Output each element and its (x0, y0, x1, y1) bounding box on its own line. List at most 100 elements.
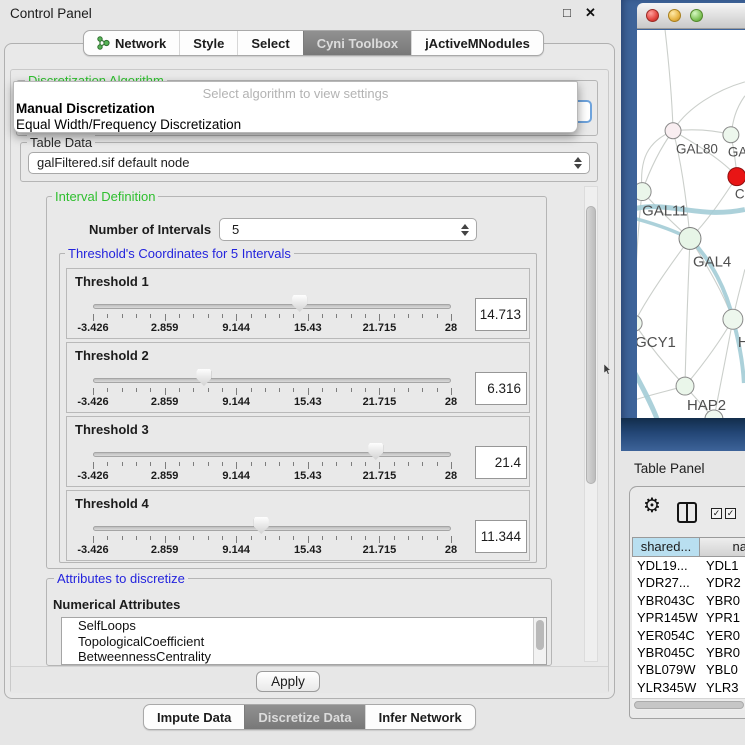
float-window-icon[interactable]: □ (563, 5, 571, 20)
number-of-intervals-combo[interactable]: 5 (219, 218, 477, 241)
slider-track[interactable] (93, 304, 451, 309)
table-row[interactable]: YDR27...YDR2 (632, 574, 745, 591)
attribute-list-item[interactable]: SelfLoops (62, 618, 546, 634)
tab-label: Cyni Toolbox (317, 36, 398, 51)
columns-icon[interactable] (677, 502, 697, 523)
slider-tick (179, 314, 180, 318)
slider-tick (136, 388, 137, 392)
network-node[interactable] (637, 315, 642, 331)
network-node[interactable] (665, 123, 681, 139)
table-row[interactable]: YBR043CYBR0 (632, 592, 745, 609)
attribute-list-item[interactable]: TopologicalCoefficient (62, 634, 546, 650)
slider-track[interactable] (93, 526, 451, 531)
threshold-value-field[interactable]: 21.4 (475, 446, 527, 479)
cell-name[interactable]: YER0 (700, 627, 745, 644)
table-row[interactable]: YLR345WYLR3 (632, 679, 745, 696)
slider-tick (379, 462, 380, 469)
cell-shared-name[interactable]: YDR27... (632, 574, 700, 591)
tab-network[interactable]: Network (84, 31, 179, 55)
slider-tick (365, 536, 366, 540)
checkbox-icon[interactable]: ✓ (711, 508, 722, 519)
close-traffic-light-icon[interactable] (646, 9, 659, 22)
tab-infer-network[interactable]: Infer Network (365, 705, 475, 729)
network-node[interactable] (723, 127, 739, 143)
table-row[interactable]: YER054CYER0 (632, 627, 745, 644)
checkbox-icon[interactable]: ✓ (725, 508, 736, 519)
cell-name[interactable]: YBR0 (700, 644, 745, 661)
tab-style[interactable]: Style (179, 31, 237, 55)
slider-track[interactable] (93, 378, 451, 383)
network-graph[interactable]: GAL80GACGAL11GAL4HGCY1HAP2 (637, 30, 745, 418)
slider-tick (208, 388, 209, 392)
threshold-value-field[interactable]: 6.316 (475, 372, 527, 405)
network-window-titlebar[interactable] (637, 3, 745, 29)
axis-tick-label: 21.715 (363, 544, 397, 556)
table-data-combo[interactable]: galFiltered.sif default node (28, 152, 590, 174)
axis-tick-label: 2.859 (151, 544, 179, 556)
table-body[interactable]: YDL19...YDL1YDR27...YDR2YBR043CYBR0YPR14… (632, 557, 745, 698)
gear-icon[interactable]: ⚙ (643, 495, 661, 517)
cell-shared-name[interactable]: YPR145W (632, 609, 700, 626)
cell-name[interactable]: YPR1 (700, 609, 745, 626)
cell-shared-name[interactable]: YDL19... (632, 557, 700, 574)
cell-name[interactable]: YDR2 (700, 574, 745, 591)
tab-jactivemnodules[interactable]: jActiveMNodules (411, 31, 543, 55)
slider-handle[interactable] (368, 443, 383, 460)
numerical-attributes-list[interactable]: SelfLoopsTopologicalCoefficientBetweenne… (61, 617, 547, 665)
slider-tick (122, 536, 123, 540)
network-node[interactable] (728, 168, 745, 186)
list-scrollbar[interactable] (533, 618, 546, 664)
tab-select[interactable]: Select (237, 31, 302, 55)
tab-impute-data[interactable]: Impute Data (144, 705, 244, 729)
network-edge (637, 238, 690, 323)
threshold-value-field[interactable]: 11.344 (475, 520, 527, 553)
apply-button[interactable]: Apply (256, 671, 320, 692)
slider-tick (437, 388, 438, 392)
slider-tick (336, 388, 337, 392)
network-edge (673, 82, 745, 131)
tab-cyni-toolbox[interactable]: Cyni Toolbox (303, 31, 411, 55)
column-header-shared-name[interactable]: shared... (632, 537, 700, 557)
bottom-tab-bar: Impute DataDiscretize DataInfer Network (143, 704, 476, 730)
table-row[interactable]: YDL19...YDL1 (632, 557, 745, 574)
horizontal-scrollbar-thumb[interactable] (634, 701, 744, 709)
table-row[interactable]: YBR045CYBR0 (632, 644, 745, 661)
cell-name[interactable]: YBL0 (700, 661, 745, 678)
slider-tick (451, 388, 452, 395)
table-row[interactable]: YBL079WYBL0 (632, 661, 745, 678)
slider-handle[interactable] (254, 517, 269, 534)
scrollbar-thumb[interactable] (586, 206, 596, 484)
slider-handle[interactable] (196, 369, 211, 386)
cell-name[interactable]: YLR3 (700, 679, 745, 696)
slider-tick (408, 536, 409, 540)
network-node[interactable] (637, 183, 651, 201)
slider-track[interactable] (93, 452, 451, 457)
column-header-name[interactable]: na (700, 537, 745, 557)
close-panel-icon[interactable]: ✕ (585, 5, 596, 21)
cell-name[interactable]: YBR0 (700, 592, 745, 609)
slider-tick (193, 388, 194, 392)
zoom-traffic-light-icon[interactable] (690, 9, 703, 22)
network-node[interactable] (679, 227, 701, 249)
cell-name[interactable]: YDL1 (700, 557, 745, 574)
table-row[interactable]: YPR145WYPR1 (632, 609, 745, 626)
attribute-list-item[interactable]: BetweennessCentrality (62, 649, 546, 665)
slider-tick (193, 536, 194, 540)
threshold-value-field[interactable]: 14.713 (475, 298, 527, 331)
tab-discretize-data[interactable]: Discretize Data (244, 705, 364, 729)
cell-shared-name[interactable]: YLR345W (632, 679, 700, 696)
axis-tick-label: -3.426 (77, 544, 108, 556)
network-node[interactable] (676, 377, 694, 395)
dropdown-item-equal-width[interactable]: Equal Width/Frequency Discretization (14, 117, 577, 133)
network-canvas[interactable]: GAL80GACGAL11GAL4HGCY1HAP2 (637, 30, 745, 418)
cell-shared-name[interactable]: YBR043C (632, 592, 700, 609)
slider-handle[interactable] (292, 295, 307, 312)
dropdown-item-manual[interactable]: Manual Discretization (14, 101, 577, 117)
minimize-traffic-light-icon[interactable] (668, 9, 681, 22)
cell-shared-name[interactable]: YBR045C (632, 644, 700, 661)
horizontal-scrollbar[interactable] (632, 698, 745, 710)
network-node[interactable] (723, 309, 743, 329)
slider-tick (365, 462, 366, 466)
cell-shared-name[interactable]: YER054C (632, 627, 700, 644)
cell-shared-name[interactable]: YBL079W (632, 661, 700, 678)
